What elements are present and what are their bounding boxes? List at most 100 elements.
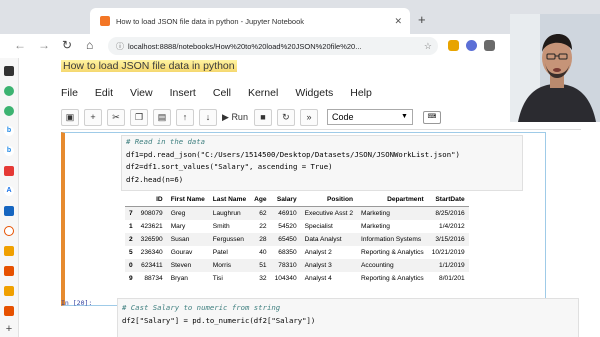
table-cell: 78310 [270,259,301,272]
code-input[interactable]: # Cast Salary to numeric from string df2… [117,298,579,337]
table-cell: Smith [212,223,230,230]
azure-icon[interactable]: A [4,186,14,196]
forward-icon[interactable]: → [38,38,50,52]
table-cell: 3/15/2016 [427,233,469,246]
menu-widgets[interactable]: Widgets [295,87,333,99]
table-row: 9 88734 Bryan Tisi 32 104340 Analyst 4 Reportin… [125,272,469,285]
menu-file[interactable]: File [61,87,78,99]
copy-icon[interactable]: ❐ [130,108,148,126]
table-cell: Reporting & Analytics [361,249,424,256]
code-line: # Read in the data [126,137,206,146]
browser-sidebar: b b A + [0,58,19,337]
youtube-icon[interactable] [4,166,14,176]
home-icon[interactable]: ⌂ [86,38,93,52]
app-icon[interactable] [4,206,14,216]
keyboard-icon[interactable]: ⌨ [422,110,441,124]
cut-icon[interactable]: ✂ [107,108,125,126]
table-row: 7 908079 Greg Laughrun 62 46910 Executive Asst… [125,206,469,220]
table-cell: 623411 [136,259,167,272]
address-bar[interactable]: ⓘ localhost:8888/notebooks/How%20to%20lo… [108,37,438,55]
code-cell-selected[interactable]: # Read in the data df1=pd.read_json("C:/… [61,132,546,306]
table-cell: 236340 [140,249,163,256]
run-button[interactable]: ▶ Run [222,112,248,123]
save-icon[interactable]: ▣ [61,108,79,126]
new-tab-button[interactable]: + [418,12,426,27]
menu-insert[interactable]: Insert [170,87,196,99]
menu-view[interactable]: View [130,87,153,99]
table-cell: Information Systems [357,233,428,246]
table-cell: 32 [259,275,267,282]
move-up-icon[interactable]: ↑ [176,108,194,126]
tabs-icon[interactable] [4,66,14,76]
code-cell[interactable]: In [20]: # Cast Salary to numeric from s… [61,298,581,337]
info-icon[interactable]: ⓘ [116,41,124,52]
table-cell: Executive Asst 2 [300,206,358,220]
dataframe-output: ID First Name Last Name Age Salary Posit… [125,193,469,285]
reload-icon[interactable]: ↻ [62,38,72,52]
menu-edit[interactable]: Edit [95,87,113,99]
restart-run-all-icon[interactable]: » [299,108,318,126]
row-index: 5 [129,249,133,256]
notebook-title[interactable]: How to load JSON file data in python [61,60,237,72]
jupyter-favicon-icon [100,16,110,26]
cell-type-value: Code [331,112,354,122]
cell-type-select[interactable]: Code ▼ [326,109,413,125]
column-header: Age [250,193,271,207]
app-icon[interactable] [4,86,14,96]
notebook-toolbar: ▣ + ✂ ❐ ▤ ↑ ↓ ▶ Run ■ ↻ » Code ▼ ⌨ [61,108,441,126]
app-icon[interactable] [4,226,14,236]
app-icon[interactable] [4,266,14,276]
presenter-video [510,14,600,122]
app-icon[interactable] [4,286,14,296]
run-label: Run [231,112,248,122]
table-cell: Morris [208,259,251,272]
column-header: Last Name [208,193,251,207]
table-row: 5 236340 Gourav Patel 40 68350 Analyst 2 Report… [125,246,469,259]
table-cell: 40 [259,249,267,256]
paste-icon[interactable]: ▤ [153,108,171,126]
column-header: StartDate [427,193,469,207]
table-header-row: ID First Name Last Name Age Salary Posit… [125,193,469,207]
table-cell: Tisi [212,275,223,282]
menu-bar: File Edit View Insert Cell Kernel Widget… [61,87,389,99]
menu-help[interactable]: Help [350,87,372,99]
browser-tab[interactable]: How to load JSON file data in python - J… [90,8,410,34]
extension-icon[interactable] [484,40,495,51]
back-icon[interactable]: ← [14,38,26,52]
table-cell: Data Analyst [300,233,358,246]
insert-cell-icon[interactable]: + [84,108,102,126]
row-index: 1 [129,223,133,230]
row-index: 2 [125,233,137,246]
code-line: df2.head(n=6) [126,174,184,184]
code-input[interactable]: # Read in the data df1=pd.read_json("C:/… [121,135,523,191]
table-cell: Marketing [357,206,428,220]
move-down-icon[interactable]: ↓ [199,108,217,126]
table-cell: Marketing [361,223,390,230]
chevron-down-icon: ▼ [401,113,408,120]
table-cell: 65450 [270,233,301,246]
table-cell: 54520 [278,223,297,230]
tab-close-icon[interactable]: ✕ [394,16,402,27]
app-icon[interactable] [4,246,14,256]
restart-icon[interactable]: ↻ [276,108,295,126]
table-cell: Analyst 2 [304,249,332,256]
code-line: df2["Salary"] = pd.to_numeric(df2["Salar… [122,315,316,325]
menu-cell[interactable]: Cell [213,87,231,99]
table-cell: Susan [166,233,209,246]
table-cell: 88734 [144,275,163,282]
bing-icon[interactable]: b [4,146,14,156]
column-header: Department [357,193,428,207]
add-icon[interactable]: + [4,324,14,335]
interrupt-icon[interactable]: ■ [253,108,272,126]
bookmark-star-icon[interactable]: ☆ [424,41,432,52]
extension-icon[interactable] [448,40,459,51]
run-icon: ▶ [222,111,229,122]
menu-kernel[interactable]: Kernel [248,87,278,99]
app-icon[interactable] [4,306,14,316]
table-cell: 10/21/2019 [431,249,465,256]
bing-icon[interactable]: b [4,126,14,136]
extension-icon[interactable] [466,40,477,51]
browser-window: How to load JSON file data in python - J… [0,0,600,337]
app-icon[interactable] [4,106,14,116]
url-text: localhost:8888/notebooks/How%20to%20load… [128,41,362,51]
